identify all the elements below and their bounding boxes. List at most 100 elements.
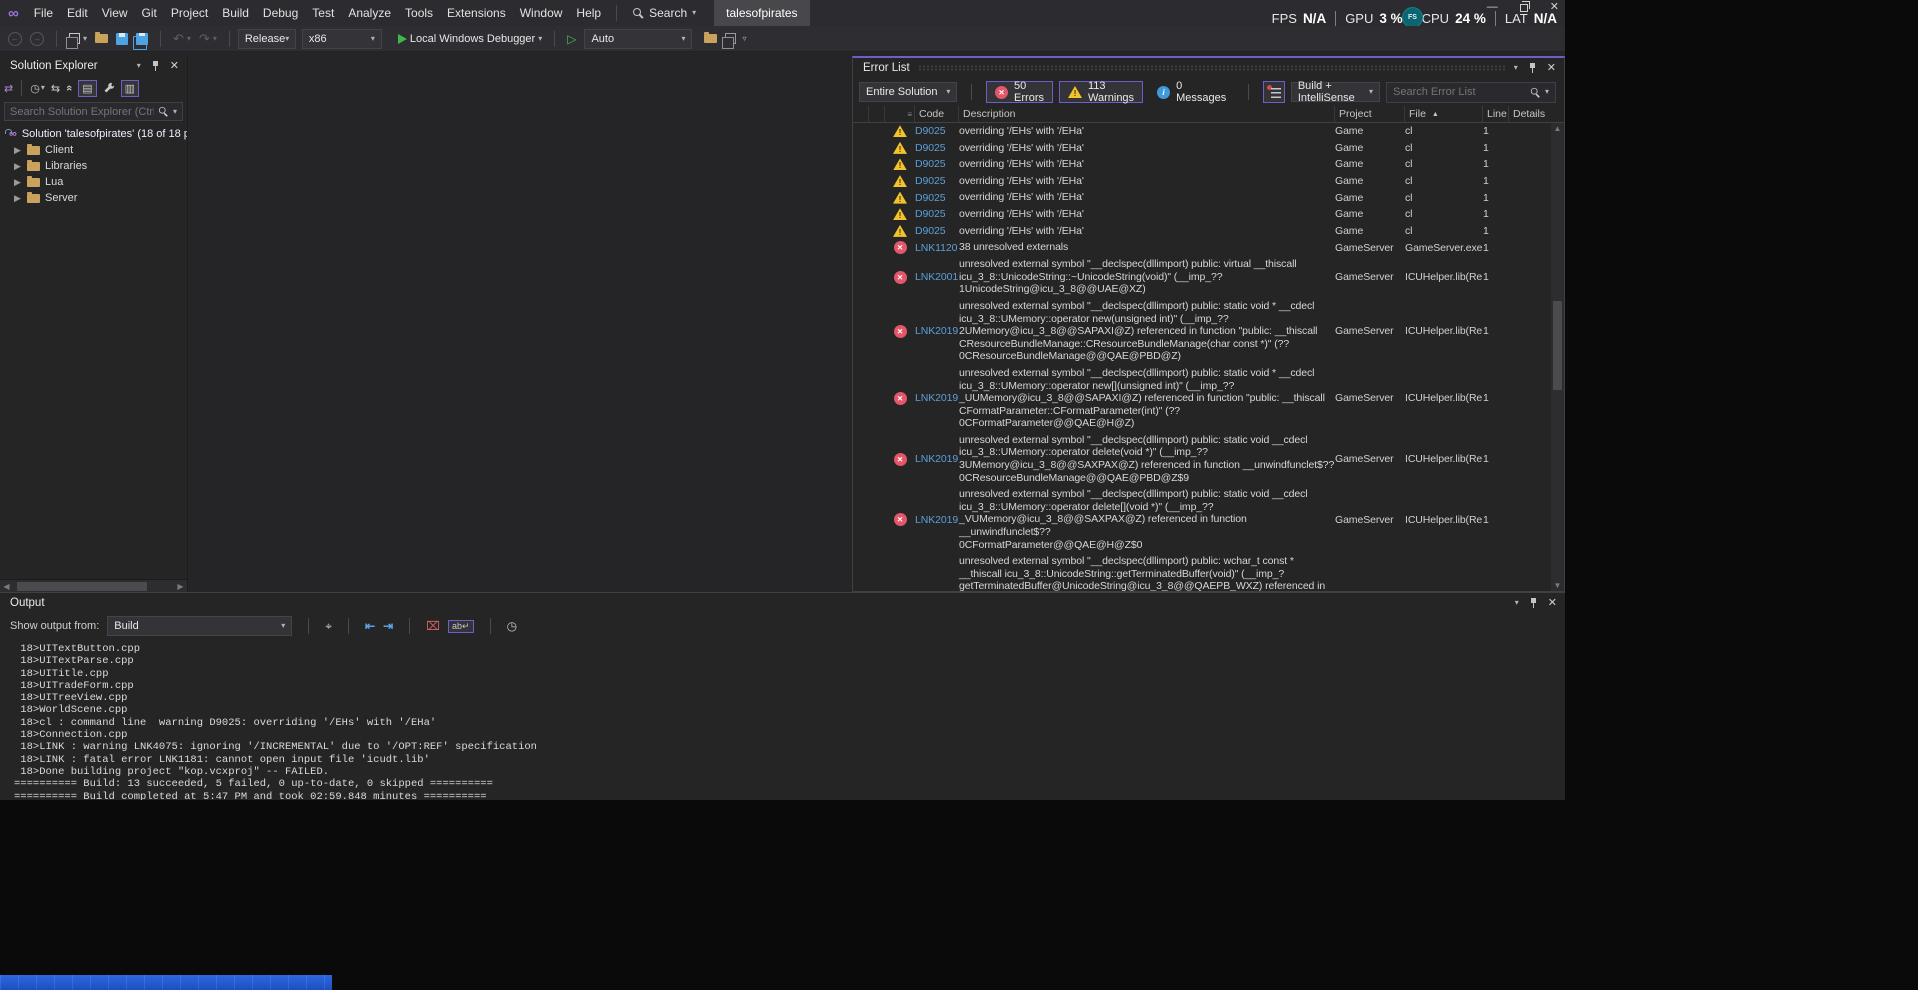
error-code-link[interactable]: D9025 <box>915 158 959 170</box>
warnings-toggle-button[interactable]: 113 Warnings <box>1059 81 1143 103</box>
menu-item-edit[interactable]: Edit <box>60 0 95 26</box>
pin-icon[interactable] <box>1528 63 1537 74</box>
error-code-link[interactable]: LNK2019 <box>915 325 959 337</box>
drag-grip[interactable] <box>106 63 129 69</box>
error-list-row[interactable]: LNK2019 unresolved external symbol "__de… <box>853 553 1551 591</box>
find-in-files-button[interactable] <box>721 28 740 50</box>
source-dropdown[interactable]: Build + IntelliSense▾ <box>1291 82 1380 102</box>
save-button[interactable] <box>112 28 132 50</box>
scroll-up-icon[interactable]: ▲ <box>1551 124 1564 133</box>
column-code[interactable]: Code <box>915 106 959 122</box>
solution-platform-dropdown[interactable]: x86▾ <box>302 29 382 49</box>
tree-folder-lua[interactable]: ▶ Lua <box>0 174 187 190</box>
error-code-link[interactable]: D9025 <box>915 208 959 220</box>
properties-wrench-icon[interactable] <box>103 82 115 94</box>
go-to-next-message-icon[interactable]: ⇥ <box>383 619 393 633</box>
menu-item-build[interactable]: Build <box>215 0 256 26</box>
find-message-in-code-icon[interactable]: ⌖ <box>325 619 332 634</box>
window-position-icon[interactable]: ▾ <box>137 62 141 70</box>
expand-arrow-icon[interactable]: ▶ <box>14 177 22 188</box>
error-list-row[interactable]: LNK2019 unresolved external symbol "__de… <box>853 486 1551 553</box>
close-icon[interactable]: ✕ <box>170 61 179 72</box>
navigate-forward-icon[interactable]: → <box>30 32 44 46</box>
menu-item-git[interactable]: Git <box>135 0 164 26</box>
error-code-link[interactable]: LNK2019 <box>915 514 959 526</box>
error-code-link[interactable]: LNK2019 <box>915 453 959 465</box>
vscroll-thumb[interactable] <box>1553 301 1562 390</box>
error-list-search[interactable]: ▾ <box>1386 82 1556 103</box>
error-list-row[interactable]: D9025 overriding '/EHs' with '/EHa' Game… <box>853 156 1551 173</box>
column-description[interactable]: Description <box>959 106 1335 122</box>
scroll-right-icon[interactable]: ▶ <box>174 582 187 591</box>
window-position-icon[interactable]: ▾ <box>1515 599 1519 607</box>
menu-item-debug[interactable]: Debug <box>256 0 305 26</box>
error-code-link[interactable]: D9025 <box>915 142 959 154</box>
column-severity[interactable]: ≡ <box>885 106 915 122</box>
solution-root-node[interactable]: ∞ Solution 'talesofpirates' (18 of 18 pr <box>0 126 187 142</box>
error-list-row[interactable]: LNK2001 unresolved external symbol "__de… <box>853 256 1551 298</box>
error-list-row[interactable]: LNK2019 unresolved external symbol "__de… <box>853 365 1551 432</box>
open-folder-button[interactable] <box>91 28 112 50</box>
error-code-link[interactable]: LNK2019 <box>915 392 959 404</box>
error-list-row[interactable]: D9025 overriding '/EHs' with '/EHa' Game… <box>853 173 1551 190</box>
show-timestamp-icon[interactable]: ◷ <box>507 619 517 633</box>
error-list-row[interactable]: D9025 overriding '/EHs' with '/EHa' Game… <box>853 123 1551 140</box>
menu-item-help[interactable]: Help <box>569 0 608 26</box>
show-all-files-icon[interactable]: ▤ <box>78 80 96 97</box>
navigate-back-icon[interactable]: ← <box>8 32 22 46</box>
scroll-left-icon[interactable]: ◀ <box>0 582 13 591</box>
drag-grip[interactable] <box>918 65 1506 71</box>
pending-changes-filter-icon[interactable]: ◷▾ <box>30 82 45 95</box>
toggle-word-wrap-icon[interactable]: ab↵ <box>448 620 474 633</box>
start-debugging-button[interactable]: Local Windows Debugger ▾ <box>394 28 546 50</box>
menu-item-test[interactable]: Test <box>305 0 341 26</box>
tree-folder-server[interactable]: ▶ Server <box>0 190 187 206</box>
expand-arrow-icon[interactable]: ▶ <box>14 161 22 172</box>
menu-item-analyze[interactable]: Analyze <box>341 0 398 26</box>
output-source-dropdown[interactable]: Build▾ <box>107 616 292 636</box>
switch-views-icon[interactable]: ⇄ <box>4 82 13 95</box>
expand-arrow-icon[interactable]: ▶ <box>14 145 22 156</box>
attach-to-process-button[interactable] <box>700 28 721 50</box>
column-line[interactable]: Line <box>1483 106 1509 122</box>
preview-selected-items-icon[interactable]: ▥ <box>121 80 139 97</box>
build-output-text[interactable]: 18>UITextButton.cpp 18>UITextParse.cpp 1… <box>0 639 1565 800</box>
redo-button[interactable]: ↷▾ <box>195 28 221 50</box>
error-code-link[interactable]: LNK2001 <box>915 271 959 283</box>
collapse-all-icon[interactable]: « <box>66 82 72 94</box>
error-list-row[interactable]: LNK2019 unresolved external symbol "__de… <box>853 298 1551 365</box>
search-menu-button[interactable]: Search ▾ <box>625 6 704 20</box>
new-project-button[interactable]: ▾ <box>65 28 91 50</box>
project-title-tab[interactable]: talesofpirates <box>714 0 809 26</box>
solution-explorer-search-input[interactable] <box>10 106 154 118</box>
error-code-link[interactable]: D9025 <box>915 175 959 187</box>
column-blank[interactable] <box>869 106 885 122</box>
menu-item-window[interactable]: Window <box>513 0 570 26</box>
column-blank[interactable] <box>853 106 869 122</box>
close-icon[interactable]: ✕ <box>1548 598 1557 609</box>
messages-toggle-button[interactable]: 0 Messages <box>1149 81 1234 103</box>
error-code-link[interactable]: D9025 <box>915 225 959 237</box>
save-all-button[interactable] <box>132 28 152 50</box>
toolbar-overflow-icon[interactable]: ▿ <box>742 35 746 43</box>
error-list-row[interactable]: D9025 overriding '/EHs' with '/EHa' Game… <box>853 223 1551 240</box>
scroll-down-icon[interactable]: ▼ <box>1551 581 1564 590</box>
solution-explorer-hscrollbar[interactable]: ◀ ▶ <box>0 579 187 592</box>
close-icon[interactable]: ✕ <box>1547 63 1556 74</box>
menu-item-project[interactable]: Project <box>164 0 215 26</box>
error-list-row[interactable]: LNK2019 unresolved external symbol "__de… <box>853 432 1551 486</box>
error-list-search-input[interactable] <box>1393 86 1526 98</box>
error-code-link[interactable]: LNK1120 <box>915 242 959 254</box>
debug-target-dropdown[interactable]: Auto▾ <box>584 29 692 49</box>
go-to-previous-message-icon[interactable]: ⇤ <box>365 619 375 633</box>
menu-item-file[interactable]: File <box>27 0 60 26</box>
error-list-vscrollbar[interactable]: ▲ ▼ <box>1551 123 1564 591</box>
menu-item-tools[interactable]: Tools <box>398 0 440 26</box>
hscroll-thumb[interactable] <box>17 582 147 591</box>
error-code-link[interactable]: D9025 <box>915 125 959 137</box>
solution-explorer-search[interactable]: ▾ <box>4 102 183 121</box>
window-position-icon[interactable]: ▾ <box>1514 64 1518 72</box>
error-list-row[interactable]: LNK1120 38 unresolved externals GameServ… <box>853 239 1551 256</box>
pin-icon[interactable] <box>151 61 160 72</box>
clear-all-icon[interactable]: ⌧ <box>426 619 440 633</box>
